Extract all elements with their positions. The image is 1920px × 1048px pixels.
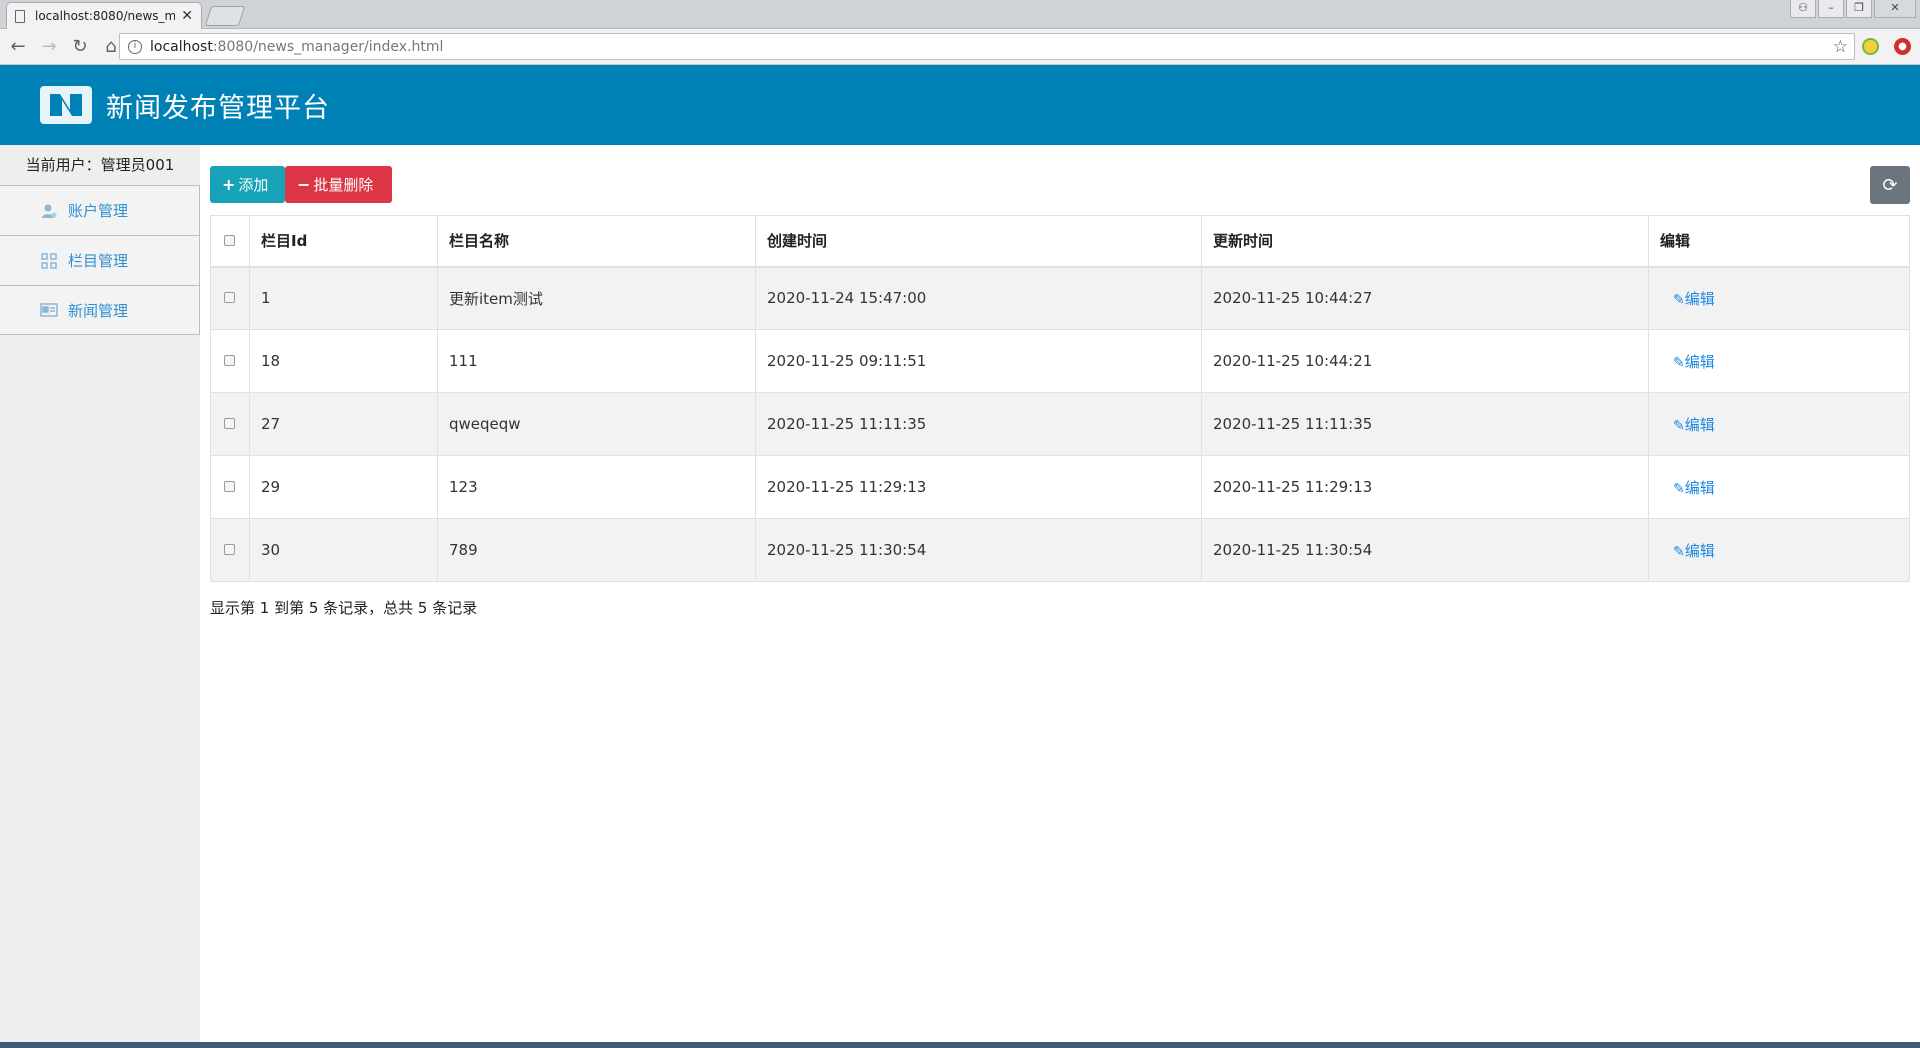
url-text[interactable]: localhost:8080/news_manager/index.html <box>150 39 1833 55</box>
cell-updated: 2020-11-25 10:44:27 <box>1201 266 1649 330</box>
cell-created: 2020-11-25 11:11:35 <box>755 392 1202 456</box>
row-checkbox[interactable] <box>224 481 235 492</box>
cell-name: 更新item测试 <box>437 266 756 330</box>
cell-created: 2020-11-24 15:47:00 <box>755 266 1202 330</box>
table-row: 30 789 2020-11-25 11:30:54 2020-11-25 11… <box>210 518 1910 582</box>
table-row: 1 更新item测试 2020-11-24 15:47:00 2020-11-2… <box>210 266 1910 330</box>
cell-created: 2020-11-25 11:30:54 <box>755 518 1202 582</box>
back-icon[interactable]: ← <box>5 34 31 60</box>
window-controls: ⚇ – ❐ ✕ <box>1790 0 1916 18</box>
column-table: 栏目Id 栏目名称 创建时间 更新时间 编辑 1 更新item测试 2020-1… <box>210 215 1910 582</box>
tab-title: localhost:8080/news_m <box>35 9 176 23</box>
sidebar-item-label: 新闻管理 <box>68 301 129 320</box>
select-all-cell <box>210 215 250 268</box>
table-row: 27 qweqeqw 2020-11-25 11:11:35 2020-11-2… <box>210 392 1910 456</box>
table-row: 18 111 2020-11-25 09:11:51 2020-11-25 10… <box>210 329 1910 393</box>
extension-record-icon[interactable]: ● <box>1894 38 1911 55</box>
forward-icon[interactable]: → <box>36 34 62 60</box>
pagination-summary: 显示第 1 到第 5 条记录，总共 5 条记录 <box>210 599 478 617</box>
current-user-label: 当前用户：管理员001 <box>25 156 175 174</box>
cell-created: 2020-11-25 09:11:51 <box>755 329 1202 393</box>
news-icon <box>40 302 58 318</box>
edit-icon: ✎ <box>1673 480 1685 497</box>
cell-id: 18 <box>249 329 438 393</box>
address-bar[interactable]: i localhost:8080/news_manager/index.html… <box>119 33 1855 60</box>
sidebar-item-accounts[interactable]: 账户管理 <box>0 185 200 235</box>
user-icon <box>40 203 58 219</box>
header-created: 创建时间 <box>755 215 1202 268</box>
app-header: 新闻发布管理平台 <box>0 65 1920 145</box>
cell-id: 30 <box>249 518 438 582</box>
edit-link[interactable]: ✎编辑 <box>1673 290 1715 308</box>
minus-icon: − <box>297 175 311 194</box>
cell-updated: 2020-11-25 10:44:21 <box>1201 329 1649 393</box>
edit-link[interactable]: ✎编辑 <box>1673 479 1715 497</box>
minimize-button[interactable]: – <box>1818 0 1844 18</box>
new-tab-button[interactable] <box>204 6 246 26</box>
reload-icon[interactable]: ↻ <box>67 34 93 60</box>
logo-icon <box>40 86 92 124</box>
row-checkbox[interactable] <box>224 355 235 366</box>
batch-delete-button[interactable]: − 批量删除 <box>285 166 392 203</box>
select-all-checkbox[interactable] <box>224 234 235 246</box>
action-toolbar: + 添加 − 批量删除 ⟳ <box>210 145 1910 205</box>
edit-icon: ✎ <box>1673 291 1685 308</box>
sidebar-item-news[interactable]: 新闻管理 <box>0 285 200 335</box>
edit-link[interactable]: ✎编辑 <box>1673 416 1715 434</box>
os-taskbar <box>0 1042 1920 1048</box>
sidebar-item-label: 账户管理 <box>68 202 129 220</box>
main-content: + 添加 − 批量删除 ⟳ 栏目Id 栏目名称 创建时间 更新时间 编辑 1 更… <box>210 145 1910 617</box>
edit-icon: ✎ <box>1673 543 1685 560</box>
edit-link[interactable]: ✎编辑 <box>1673 542 1715 560</box>
edit-icon: ✎ <box>1673 354 1685 371</box>
close-tab-icon[interactable]: ✕ <box>181 8 193 24</box>
extension-icon[interactable] <box>1862 38 1879 55</box>
sidebar-item-label: 栏目管理 <box>68 252 129 270</box>
table-header-row: 栏目Id 栏目名称 创建时间 更新时间 编辑 <box>210 215 1910 268</box>
row-checkbox[interactable] <box>224 418 235 429</box>
cell-updated: 2020-11-25 11:29:13 <box>1201 455 1649 519</box>
info-icon[interactable]: i <box>128 39 142 54</box>
grid-icon <box>40 252 58 269</box>
add-button[interactable]: + 添加 <box>210 166 285 203</box>
browser-toolbar: ← → ↻ ⌂ i localhost:8080/news_manager/in… <box>0 29 1920 65</box>
edit-icon: ✎ <box>1673 417 1685 434</box>
cell-id: 29 <box>249 455 438 519</box>
cell-name: qweqeqw <box>437 392 756 456</box>
cell-updated: 2020-11-25 11:30:54 <box>1201 518 1649 582</box>
edit-link[interactable]: ✎编辑 <box>1673 353 1715 371</box>
browser-tab[interactable]: localhost:8080/news_m ✕ <box>6 2 202 29</box>
cell-name: 111 <box>437 329 756 393</box>
app-title: 新闻发布管理平台 <box>106 92 330 124</box>
cell-id: 27 <box>249 392 438 456</box>
plus-icon: + <box>222 175 236 194</box>
cell-name: 789 <box>437 518 756 582</box>
row-checkbox[interactable] <box>224 544 235 555</box>
header-edit: 编辑 <box>1648 215 1910 268</box>
sidebar: 当前用户：管理员001 账户管理 栏目管理 新闻管理 <box>0 145 200 1042</box>
header-id: 栏目Id <box>249 215 438 268</box>
restore-button[interactable]: ❐ <box>1846 0 1872 18</box>
refresh-button[interactable]: ⟳ <box>1870 166 1910 204</box>
cell-id: 1 <box>249 266 438 330</box>
refresh-icon: ⟳ <box>1882 174 1898 196</box>
window-close-button[interactable]: ✕ <box>1874 0 1916 18</box>
page-icon <box>15 9 25 23</box>
header-updated: 更新时间 <box>1201 215 1649 268</box>
profile-icon[interactable]: ⚇ <box>1790 0 1816 18</box>
header-name: 栏目名称 <box>437 215 756 268</box>
cell-created: 2020-11-25 11:29:13 <box>755 455 1202 519</box>
cell-updated: 2020-11-25 11:11:35 <box>1201 392 1649 456</box>
row-checkbox[interactable] <box>224 292 235 304</box>
table-row: 29 123 2020-11-25 11:29:13 2020-11-25 11… <box>210 455 1910 519</box>
sidebar-item-columns[interactable]: 栏目管理 <box>0 235 200 285</box>
bookmark-star-icon[interactable]: ☆ <box>1833 37 1848 57</box>
browser-tabstrip: localhost:8080/news_m ✕ ⚇ – ❐ ✕ <box>0 0 1920 29</box>
cell-name: 123 <box>437 455 756 519</box>
